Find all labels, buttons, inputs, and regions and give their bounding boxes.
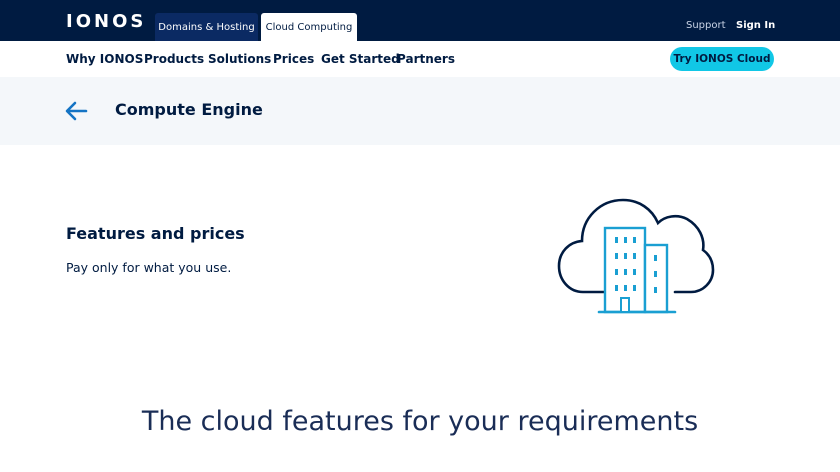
features-title: Features and prices (66, 224, 245, 243)
support-link[interactable]: Support (686, 19, 726, 33)
nav-item-products[interactable]: Products (144, 52, 204, 66)
try-ionos-cloud-button[interactable]: Try IONOS Cloud (670, 47, 774, 71)
tab-cloud-computing[interactable]: Cloud Computing (261, 13, 357, 41)
nav-item-solutions[interactable]: Solutions (208, 52, 271, 66)
nav-item-prices[interactable]: Prices (273, 52, 314, 66)
sign-in-link[interactable]: Sign In (736, 19, 775, 33)
nav-item-why-ionos[interactable]: Why IONOS (66, 52, 143, 66)
page-title: Compute Engine (115, 100, 263, 119)
tab-domains-hosting[interactable]: Domains & Hosting (155, 13, 258, 41)
top-bar: IONOS Domains & Hosting Cloud Computing … (0, 0, 840, 41)
features-subtitle: Pay only for what you use. (66, 260, 232, 275)
nav-item-get-started[interactable]: Get Started (321, 52, 400, 66)
cloud-building-icon (557, 198, 715, 314)
arrow-left-icon[interactable] (64, 101, 88, 121)
section-heading: The cloud features for your requirements (141, 406, 699, 437)
nav-item-partners[interactable]: Partners (397, 52, 455, 66)
ionos-logo[interactable]: IONOS (66, 12, 146, 32)
